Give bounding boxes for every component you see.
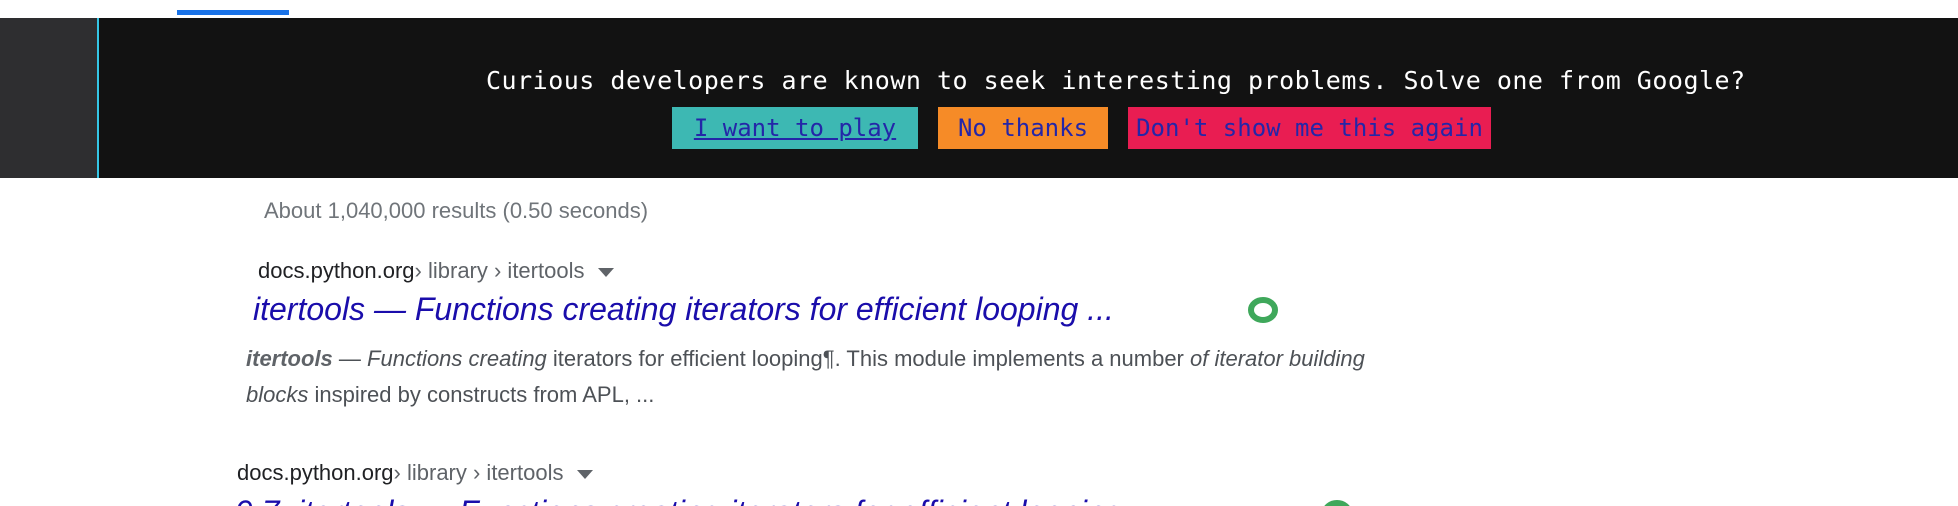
chevron-down-icon[interactable] <box>577 469 594 479</box>
snippet-text: iterators for efficient looping¶. This m… <box>546 346 1190 371</box>
result-snippet: itertools — Functions creating iterators… <box>246 341 1366 413</box>
result-title-link[interactable]: itertools — Functions creating iterators… <box>253 291 1114 328</box>
cite-breadcrumb: › library › itertools <box>393 460 564 485</box>
banner-accent-line <box>97 18 99 178</box>
result-title-link[interactable]: 9.7. itertools — Functions creating iter… <box>235 494 1158 506</box>
banner-left-strip <box>0 18 97 178</box>
dont-show-again-button[interactable]: Don't show me this again <box>1128 107 1491 149</box>
snippet-bold-term: itertools <box>246 346 333 371</box>
result-cite[interactable]: docs.python.org › library › itertools <box>258 258 615 284</box>
banner-message: Curious developers are known to seek int… <box>486 66 1746 95</box>
green-circle-icon <box>1324 500 1350 506</box>
cite-domain: docs.python.org <box>258 258 415 283</box>
chevron-down-icon[interactable] <box>598 267 615 277</box>
page: Curious developers are known to seek int… <box>0 0 1958 506</box>
cite-breadcrumb: › library › itertools <box>414 258 585 283</box>
snippet-text: — <box>332 346 368 371</box>
result-stats: About 1,040,000 results (0.50 seconds) <box>264 198 649 223</box>
play-button[interactable]: I want to play <box>672 107 918 149</box>
active-tab-indicator <box>177 10 289 15</box>
green-circle-icon <box>1248 297 1278 323</box>
snippet-italic-text: Functions creating <box>367 346 547 371</box>
snippet-text: inspired by constructs from APL, ... <box>308 382 655 407</box>
cite-domain: docs.python.org <box>237 460 394 485</box>
no-thanks-button[interactable]: No thanks <box>938 107 1108 149</box>
result-cite[interactable]: docs.python.org › library › itertools <box>237 460 594 486</box>
foobar-banner: Curious developers are known to seek int… <box>0 18 1958 178</box>
